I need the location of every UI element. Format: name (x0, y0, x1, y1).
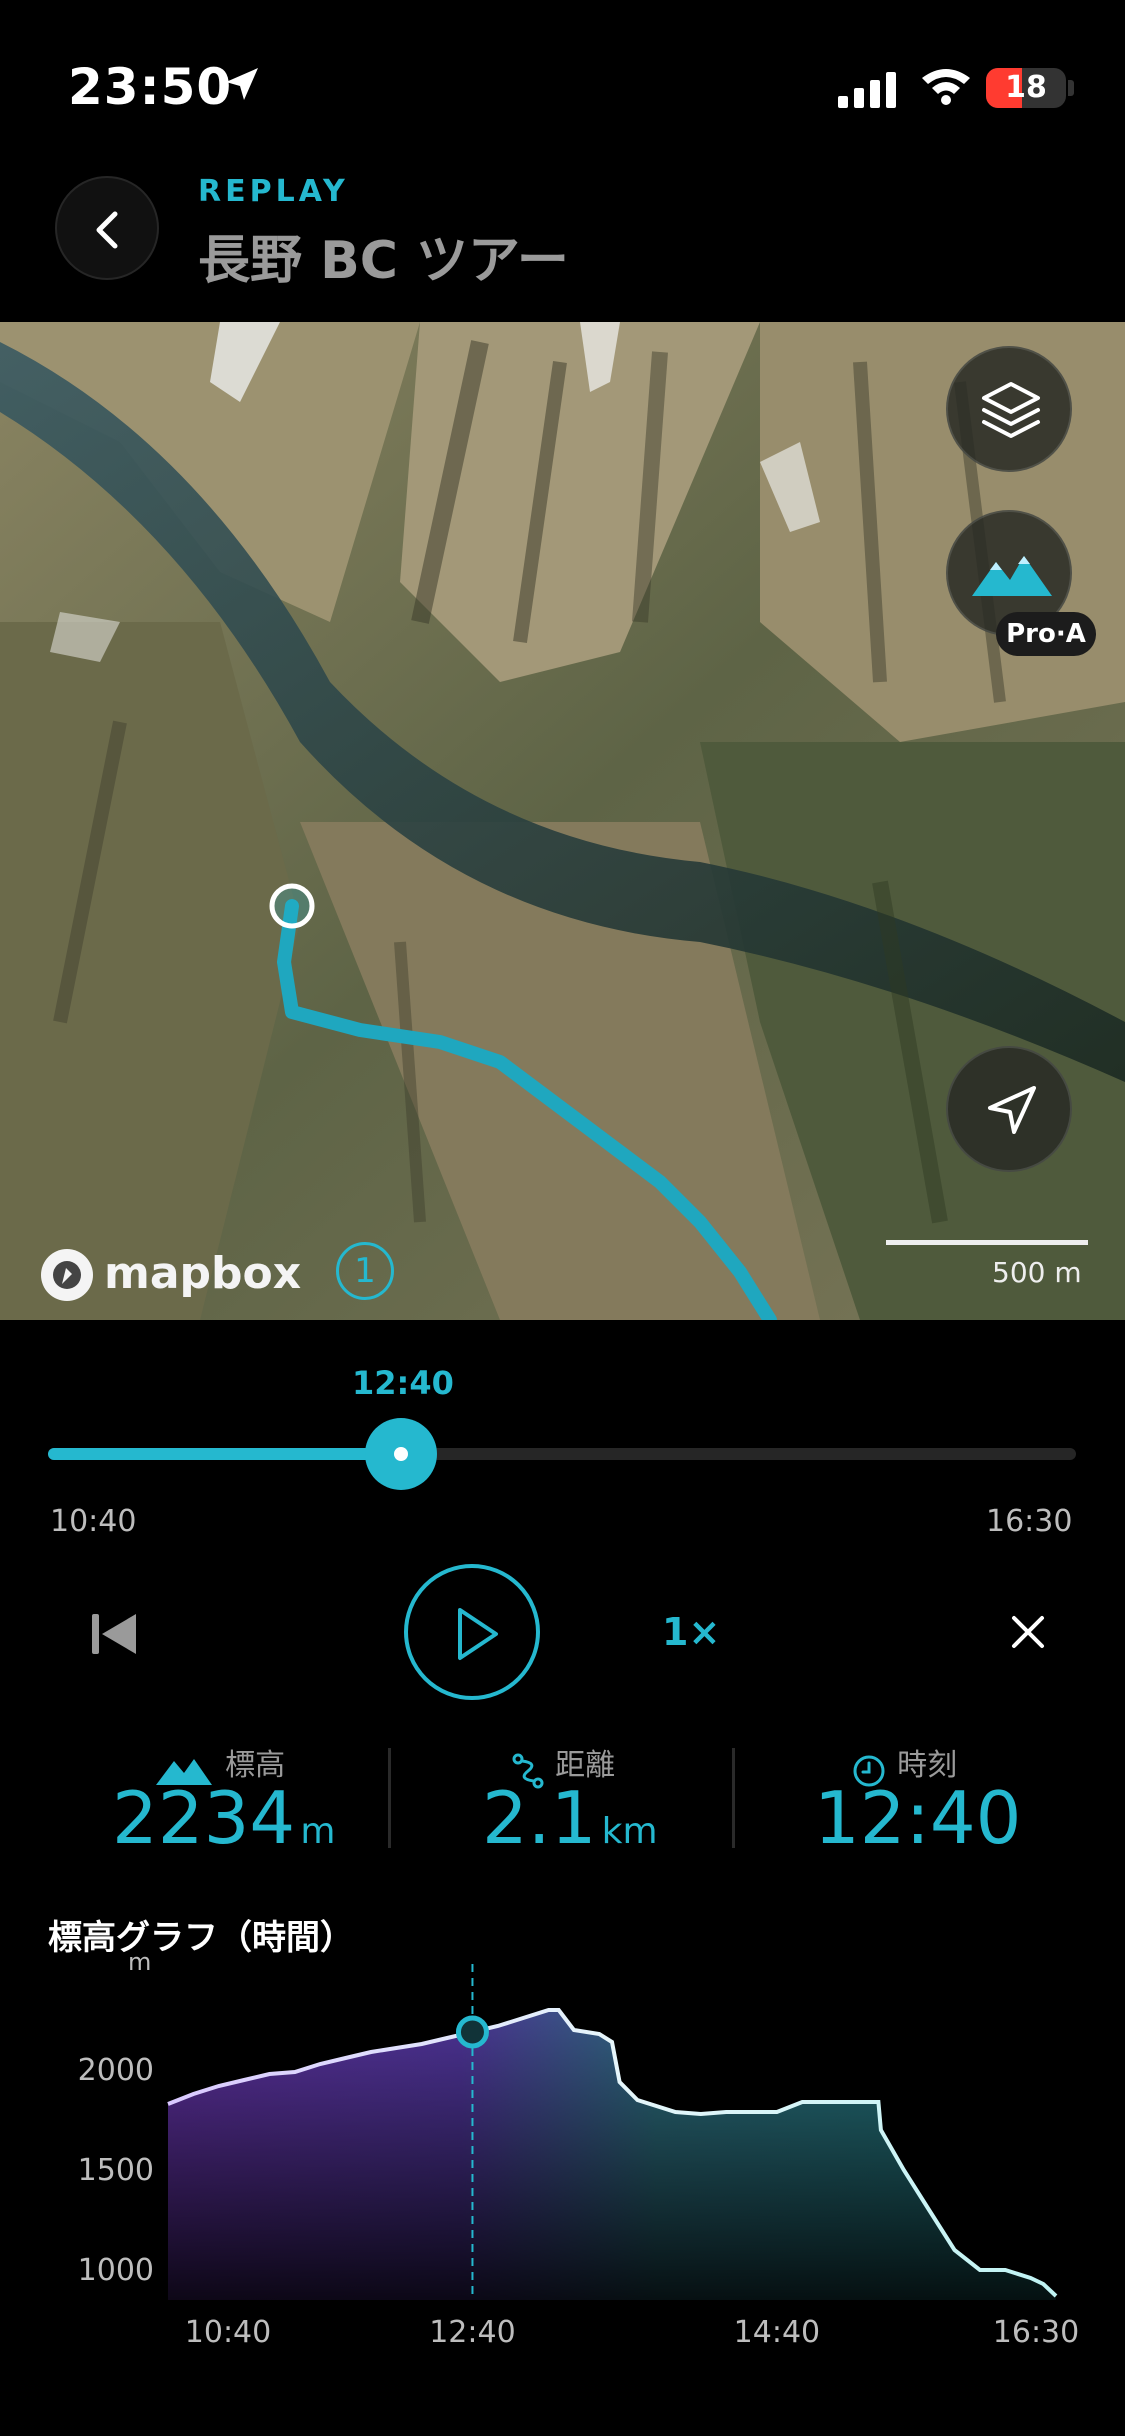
elevation-unit: m (300, 1811, 336, 1852)
wifi-icon (920, 66, 972, 110)
chevron-left-icon (96, 211, 118, 249)
scale-label: 500 m (992, 1256, 1082, 1289)
status-time: 23:50 (68, 58, 233, 116)
x-tick-label: 14:40 (734, 2315, 820, 2350)
play-icon (458, 1608, 498, 1660)
distance-value: 2.1 (482, 1776, 597, 1860)
time-value: 12:40 (814, 1776, 1022, 1860)
start-time-label: 10:40 (50, 1504, 137, 1539)
elevation-value: 2234 (112, 1776, 296, 1860)
x-tick-label: 12:40 (429, 2315, 515, 2350)
mapbox-logo-icon (38, 1246, 96, 1308)
battery-level: 18 (1005, 70, 1047, 105)
elevation-graph-title: 標高グラフ（時間） (48, 1918, 354, 1958)
x-tick-label: 16:30 (993, 2315, 1079, 2350)
skip-to-start-button[interactable] (90, 1610, 138, 1662)
play-button[interactable] (404, 1564, 540, 1700)
elevation-stat: 2234 m (112, 1776, 335, 1860)
trip-title: 長野 BC ツアー (198, 231, 569, 291)
distance-unit: km (601, 1811, 658, 1852)
x-tick-label: 10:40 (185, 2315, 271, 2350)
stat-divider (388, 1748, 391, 1848)
cellular-signal-icon (838, 72, 902, 112)
stat-divider (732, 1748, 735, 1848)
y-tick-label: 1000 (78, 2253, 154, 2288)
distance-stat: 2.1 km (482, 1776, 658, 1860)
time-stat: 12:40 (814, 1776, 1022, 1860)
playback-speed-button[interactable]: 1× (662, 1610, 720, 1654)
elevation-chart[interactable]: 2000 1500 1000 10:40 12:40 14:40 16:30 (0, 1960, 1125, 2360)
current-time-label: 12:40 (352, 1364, 454, 1402)
back-button[interactable] (55, 176, 159, 280)
battery-tip (1068, 80, 1074, 96)
elevation-area-shade (168, 2010, 1056, 2300)
mapbox-attribution: mapbox (104, 1248, 302, 1299)
battery-indicator: 18 (986, 68, 1066, 108)
skip-back-icon (92, 1614, 136, 1654)
close-replay-button[interactable] (1010, 1614, 1046, 1654)
recenter-location-button[interactable] (946, 1046, 1072, 1172)
timeline-progress (48, 1448, 401, 1460)
scale-bar (886, 1240, 1088, 1245)
map-info-button[interactable]: 1 (336, 1242, 394, 1300)
y-tick-label: 1500 (78, 2153, 154, 2188)
timeline-scrubber-handle[interactable] (364, 1418, 437, 1490)
layers-icon (982, 382, 1040, 438)
current-position-marker (455, 2015, 489, 2049)
pro-badge: Pro·A (996, 612, 1096, 656)
navigation-arrow-icon (988, 1086, 1036, 1134)
y-tick-label: 2000 (78, 2053, 154, 2088)
location-arrow-icon (222, 64, 262, 108)
end-time-label: 16:30 (986, 1504, 1073, 1539)
map-layers-button[interactable] (946, 346, 1072, 472)
replay-label: REPLAY (198, 174, 349, 209)
close-icon (1012, 1616, 1044, 1648)
